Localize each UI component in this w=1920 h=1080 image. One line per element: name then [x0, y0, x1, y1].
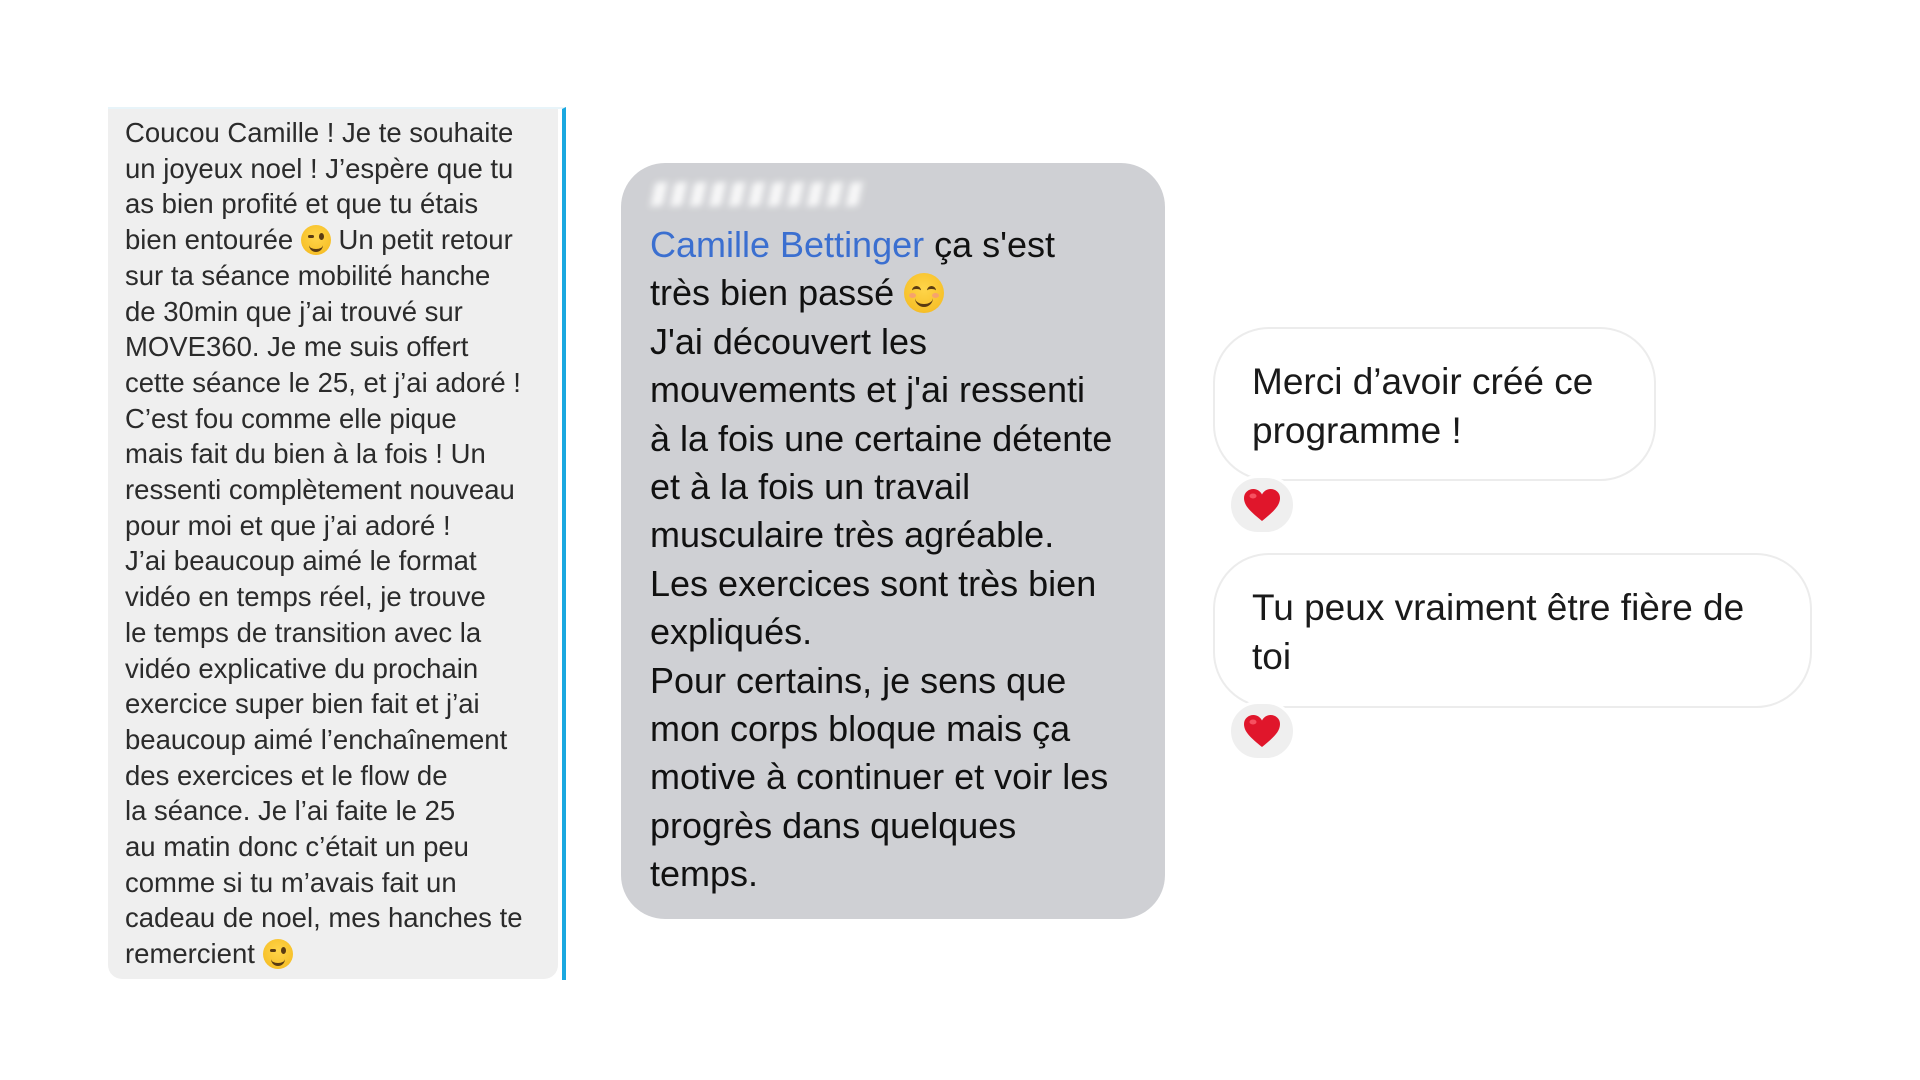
- message-line: ressenti complètement nouveau: [125, 474, 515, 506]
- message-line: sur ta séance mobilité hanche: [125, 259, 491, 291]
- winking-face-emoji-icon: [262, 939, 293, 970]
- message-bubble-middle: ▮▮▮▮▮▮▮▮▮▮▮ Camille Bettinger ça s'est t…: [621, 163, 1165, 919]
- message-line: Coucou Camille ! Je te souhaite: [125, 117, 514, 148]
- message-bubble-right-2: Tu peux vraiment être fière de toi: [1213, 553, 1812, 708]
- message-line: mais fait du bien à la fois ! Un: [125, 438, 486, 470]
- message-line: temps.: [650, 853, 759, 895]
- message-line: cadeau de noel, mes hanches te: [125, 902, 523, 934]
- message-line: mouvements et j'ai ressenti: [650, 369, 1086, 411]
- message-line: la séance. Je l’ai faite le 25: [125, 795, 456, 827]
- message-line: vidéo explicative du prochain: [125, 652, 479, 684]
- message-line-text: très bien passé: [650, 272, 895, 314]
- message-line: Les exercices sont très bien: [650, 562, 1097, 604]
- smiling-face-emoji-icon: [904, 273, 945, 314]
- message-line: de 30min que j’ai trouvé sur: [125, 295, 463, 327]
- blurred-sender-name: ▮▮▮▮▮▮▮▮▮▮▮: [647, 176, 870, 209]
- message-line: bien entourée: [125, 224, 294, 256]
- testimonial-screenshot-left: Coucou Camille ! Je te souhaite un joyeu…: [108, 107, 566, 980]
- message-line: beaucoup aimé l’enchaînement: [125, 723, 508, 755]
- message-line: vidéo en temps réel, je trouve: [125, 581, 486, 613]
- message-bubble-right-1: Merci d’avoir créé ce programme !: [1213, 327, 1656, 481]
- message-text-left: Coucou Camille ! Je te souhaite un joyeu…: [125, 115, 548, 972]
- message-line: progrès dans quelques: [650, 804, 1017, 846]
- message-line: C’est fou comme elle pique: [125, 402, 457, 434]
- message-line: mon corps bloque mais ça: [650, 708, 1071, 750]
- message-line: toi: [1252, 636, 1292, 677]
- message-reaction[interactable]: [1228, 701, 1296, 761]
- message-line: Tu peux vraiment être fière de: [1252, 587, 1745, 628]
- message-line: très bien passé: [650, 269, 1145, 317]
- message-line: le temps de transition avec la: [125, 616, 482, 648]
- message-bubble-left: Coucou Camille ! Je te souhaite un joyeu…: [108, 109, 558, 979]
- user-mention-link[interactable]: Camille Bettinger: [650, 224, 924, 265]
- message-line: pour moi et que j’ai adoré !: [125, 509, 451, 541]
- message-line: motive à continuer et voir les: [650, 756, 1109, 798]
- message-line: et à la fois un travail: [650, 466, 971, 508]
- message-line: musculaire très agréable.: [650, 514, 1055, 556]
- message-line: programme !: [1252, 410, 1462, 451]
- message-line: expliqués.: [650, 611, 813, 653]
- message-line: exercice super bien fait et j’ai: [125, 688, 480, 720]
- message-line: remercient: [125, 938, 255, 970]
- message-line: as bien profité et que tu étais: [125, 188, 479, 220]
- message-line: comme si tu m’avais fait un: [125, 866, 457, 898]
- message-line: un joyeux noel ! J’espère que tu: [125, 152, 514, 184]
- message-line: Un petit retour: [330, 224, 513, 256]
- message-text-middle: Camille Bettinger ça s'est très bien pas…: [650, 221, 1145, 899]
- red-heart-icon: [1244, 715, 1280, 747]
- message-line: au matin donc c’était un peu: [125, 831, 469, 863]
- message-line: MOVE360. Je me suis offert: [125, 331, 469, 363]
- message-line: Pour certains, je sens que: [650, 659, 1067, 701]
- message-line: J'ai découvert les: [650, 320, 928, 362]
- message-line: des exercices et le flow de: [125, 759, 448, 791]
- message-reaction[interactable]: [1228, 475, 1296, 535]
- red-heart-icon: [1244, 489, 1280, 521]
- message-line: Camille Bettinger ça s'est: [650, 221, 1145, 269]
- message-line: cette séance le 25, et j’ai adoré !: [125, 366, 521, 398]
- message-line-text: ça s'est: [924, 224, 1056, 265]
- message-line: Merci d’avoir créé ce: [1252, 361, 1594, 402]
- winking-face-emoji-icon: [300, 225, 331, 256]
- message-line: à la fois une certaine détente: [650, 417, 1113, 459]
- message-line: J’ai beaucoup aimé le format: [125, 545, 477, 577]
